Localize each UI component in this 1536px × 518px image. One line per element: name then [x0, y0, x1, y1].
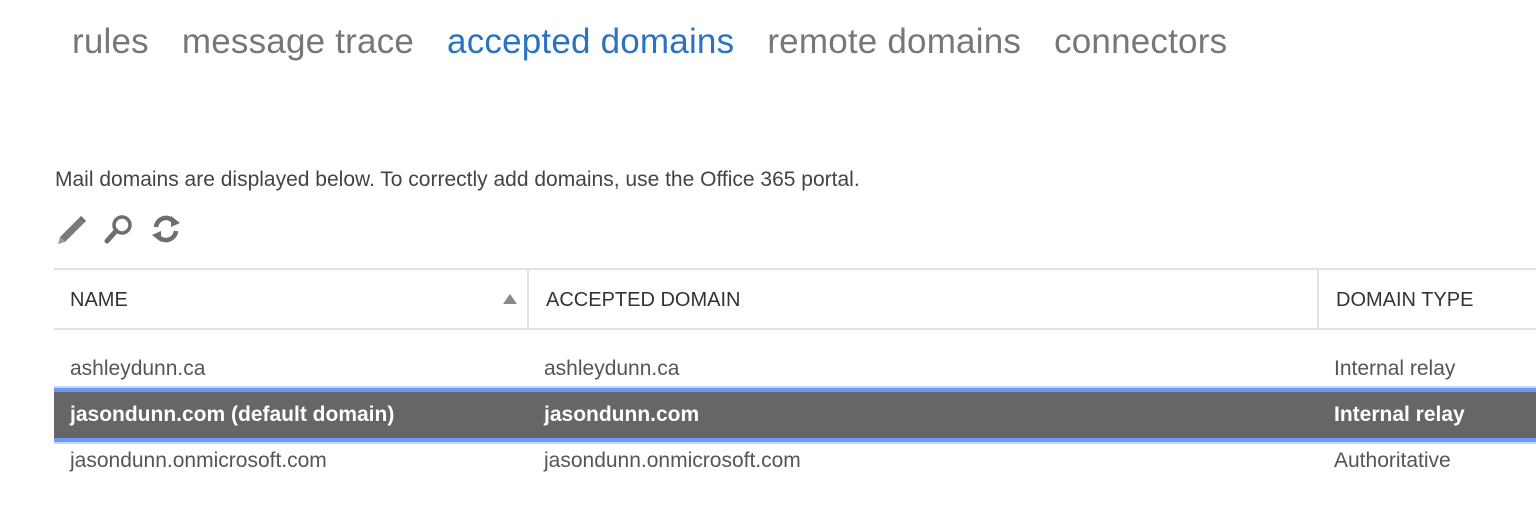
tab-connectors[interactable]: connectors [1054, 18, 1227, 66]
search-button[interactable] [102, 209, 136, 249]
column-header-accepted-domain-label: ACCEPTED DOMAIN [546, 288, 741, 311]
sort-ascending-icon [503, 294, 517, 304]
table-row[interactable]: ashleydunn.ca ashleydunn.ca Internal rel… [54, 346, 1536, 392]
cell-name: ashleydunn.ca [70, 357, 206, 380]
table-body: ashleydunn.ca ashleydunn.ca Internal rel… [54, 346, 1536, 484]
column-header-domain-type[interactable]: DOMAIN TYPE [1317, 270, 1536, 330]
table-row[interactable]: jasondunn.onmicrosoft.com jasondunn.onmi… [54, 438, 1536, 484]
table-row-selected[interactable]: jasondunn.com (default domain) jasondunn… [54, 392, 1536, 438]
toolbar [55, 209, 196, 249]
accepted-domains-table: NAME ACCEPTED DOMAIN DOMAIN TYPE ashleyd… [54, 268, 1536, 484]
cell-accepted-domain: jasondunn.onmicrosoft.com [544, 449, 801, 472]
column-header-name[interactable]: NAME [54, 270, 527, 330]
tab-remote-domains[interactable]: remote domains [767, 18, 1021, 66]
tab-bar: rules message trace accepted domains rem… [72, 18, 1260, 68]
cell-domain-type: Authoritative [1334, 449, 1451, 472]
cell-name: jasondunn.onmicrosoft.com [70, 449, 327, 472]
table-header: NAME ACCEPTED DOMAIN DOMAIN TYPE [54, 268, 1536, 330]
refresh-button[interactable] [149, 209, 183, 249]
cell-name: jasondunn.com (default domain) [70, 403, 395, 426]
tab-accepted-domains[interactable]: accepted domains [447, 18, 734, 66]
cell-accepted-domain: ashleydunn.ca [544, 357, 680, 380]
search-icon [104, 215, 132, 244]
cell-domain-type: Internal relay [1334, 357, 1456, 380]
cell-domain-type: Internal relay [1334, 403, 1465, 426]
page-description: Mail domains are displayed below. To cor… [55, 168, 860, 191]
column-header-accepted-domain[interactable]: ACCEPTED DOMAIN [527, 270, 1317, 330]
tab-message-trace[interactable]: message trace [182, 18, 414, 66]
edit-button[interactable] [55, 209, 89, 249]
tab-rules[interactable]: rules [72, 18, 149, 66]
column-header-name-label: NAME [70, 288, 128, 311]
cell-accepted-domain: jasondunn.com [544, 403, 700, 426]
pencil-icon [58, 216, 86, 244]
refresh-icon [152, 215, 180, 243]
column-header-domain-type-label: DOMAIN TYPE [1336, 288, 1474, 311]
